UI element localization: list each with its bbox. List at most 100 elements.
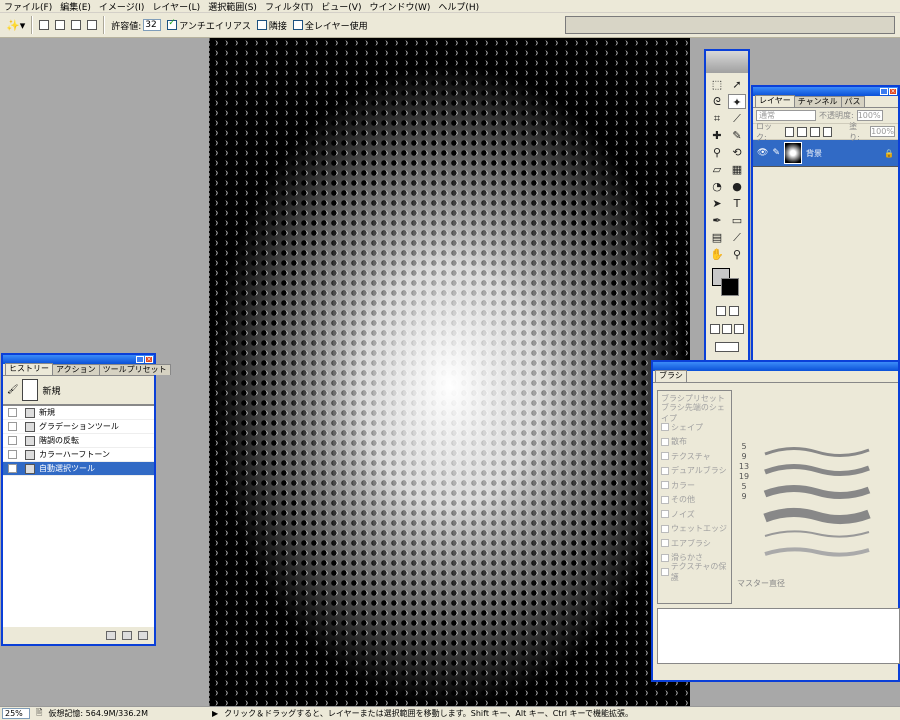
- source-checkbox[interactable]: [8, 450, 17, 459]
- option-checkbox[interactable]: [661, 437, 669, 446]
- history-item[interactable]: グラデーションツール: [3, 420, 154, 434]
- path-select-icon[interactable]: ➤: [708, 196, 726, 211]
- brush-option-other[interactable]: その他: [658, 493, 731, 508]
- brush-option-protect-texture[interactable]: テクスチャの保護: [658, 562, 731, 582]
- new-selection-icon[interactable]: [39, 20, 50, 30]
- crop-icon[interactable]: ⌗: [708, 111, 726, 126]
- menu-filter[interactable]: フィルタ(T): [265, 0, 313, 13]
- menu-image[interactable]: イメージ(I): [99, 0, 145, 13]
- layer-row-background[interactable]: 👁 ✎ 背景 🔒: [753, 140, 898, 167]
- lock-all-icon[interactable]: [822, 126, 833, 137]
- option-checkbox[interactable]: [661, 466, 669, 475]
- menu-edit[interactable]: 編集(E): [60, 0, 91, 13]
- tab-history[interactable]: ヒストリー: [5, 363, 53, 375]
- brush-icon[interactable]: ✎: [728, 128, 746, 143]
- move-icon[interactable]: ➚: [728, 77, 746, 92]
- document-info-icon[interactable]: 🖹: [36, 707, 42, 720]
- source-checkbox[interactable]: [8, 408, 17, 417]
- intersect-selection-icon[interactable]: [87, 20, 98, 30]
- option-checkbox[interactable]: [661, 524, 669, 533]
- tab-layers[interactable]: レイヤー: [755, 95, 795, 107]
- option-checkbox[interactable]: [661, 539, 669, 548]
- option-checkbox[interactable]: [661, 510, 669, 519]
- blend-mode-select[interactable]: 通常: [756, 110, 816, 121]
- lasso-icon[interactable]: ᘓ: [708, 94, 726, 109]
- toolbox-header-icon[interactable]: [706, 51, 748, 73]
- option-checkbox[interactable]: [661, 481, 669, 490]
- menu-window[interactable]: ウインドウ(W): [369, 0, 430, 13]
- screen-mode-full-menu-icon[interactable]: [722, 324, 732, 334]
- history-item[interactable]: 階調の反転: [3, 434, 154, 448]
- quickmask-mode-icon[interactable]: [728, 306, 739, 316]
- standard-mode-icon[interactable]: [715, 306, 726, 316]
- tab-brushes[interactable]: ブラシ: [655, 370, 687, 382]
- source-checkbox[interactable]: [8, 464, 17, 473]
- history-item[interactable]: カラーハーフトーン: [3, 448, 154, 462]
- option-checkbox[interactable]: [661, 568, 669, 577]
- eyedropper-icon[interactable]: ⟋: [728, 230, 746, 245]
- lock-image-icon[interactable]: [797, 126, 807, 137]
- brush-option-scatter[interactable]: 散布: [658, 435, 731, 450]
- menu-layer[interactable]: レイヤー(L): [152, 0, 200, 13]
- brush-link-icon[interactable]: ✎: [772, 148, 780, 158]
- fill-input[interactable]: 100%: [870, 126, 896, 137]
- blur-icon[interactable]: ◔: [708, 179, 726, 194]
- brush-tip-item[interactable]: ブラシ先端のシェイプ: [658, 403, 731, 423]
- contiguous-checkbox[interactable]: [256, 20, 267, 30]
- snapshot-row[interactable]: 🖌 新規: [3, 376, 154, 406]
- stamp-icon[interactable]: ⚲: [708, 145, 726, 160]
- source-checkbox[interactable]: [8, 436, 17, 445]
- history-item-selected[interactable]: 自動選択ツール: [3, 462, 154, 476]
- brush-option-texture[interactable]: テクスチャ: [658, 449, 731, 464]
- brush-option-airbrush[interactable]: エアブラシ: [658, 536, 731, 551]
- lock-transparency-icon[interactable]: [784, 126, 795, 137]
- opacity-input[interactable]: 100%: [856, 110, 883, 121]
- tab-actions[interactable]: アクション: [52, 364, 100, 375]
- eraser-icon[interactable]: ▱: [708, 162, 726, 177]
- option-checkbox[interactable]: [661, 553, 669, 562]
- trash-icon[interactable]: [138, 630, 148, 640]
- contiguous-option[interactable]: 隣接: [256, 19, 287, 32]
- tab-channels[interactable]: チャンネル: [793, 96, 842, 107]
- notes-icon[interactable]: ▤: [708, 230, 726, 245]
- close-icon[interactable]: ×: [145, 356, 153, 363]
- all-layers-option[interactable]: 全レイヤー使用: [292, 19, 368, 32]
- screen-mode-full-icon[interactable]: [734, 324, 744, 334]
- marquee-icon[interactable]: ⬚: [708, 77, 726, 92]
- option-checkbox[interactable]: [661, 452, 669, 461]
- add-selection-icon[interactable]: [55, 20, 66, 30]
- type-icon[interactable]: T: [728, 196, 746, 211]
- tolerance-input[interactable]: [143, 19, 162, 31]
- eye-icon[interactable]: 👁: [757, 148, 768, 158]
- magic-wand-icon[interactable]: ✨▾: [6, 19, 25, 32]
- minimize-icon[interactable]: _: [136, 356, 144, 363]
- brush-option-dual[interactable]: デュアルブラシ: [658, 464, 731, 479]
- antialias-option[interactable]: アンチエイリアス: [167, 18, 251, 32]
- dodge-icon[interactable]: ●: [728, 179, 746, 194]
- minimize-icon[interactable]: _: [880, 88, 888, 95]
- history-brush-icon[interactable]: ⟲: [728, 145, 746, 160]
- option-checkbox[interactable]: [661, 495, 669, 504]
- brush-option-color[interactable]: カラー: [658, 478, 731, 493]
- hand-icon[interactable]: ✋: [708, 247, 726, 262]
- history-item[interactable]: 新規: [3, 406, 154, 420]
- option-checkbox[interactable]: [661, 423, 669, 432]
- lock-position-icon[interactable]: [809, 126, 820, 137]
- background-color-swatch[interactable]: [721, 278, 739, 296]
- menu-file[interactable]: ファイル(F): [4, 0, 52, 13]
- healing-icon[interactable]: ✚: [708, 128, 726, 143]
- menu-help[interactable]: ヘルプ(H): [438, 0, 479, 13]
- brush-option-wet-edges[interactable]: ウェットエッジ: [658, 522, 731, 537]
- jump-to-imageready-icon[interactable]: [715, 342, 739, 352]
- zoom-field[interactable]: 25%: [2, 708, 30, 719]
- pen-icon[interactable]: ✒: [708, 213, 726, 228]
- brush-source-icon[interactable]: 🖌: [7, 385, 18, 395]
- antialias-checkbox[interactable]: [167, 18, 178, 30]
- slice-icon[interactable]: ⟋: [728, 111, 746, 126]
- gradient-icon[interactable]: ▦: [728, 162, 746, 177]
- brush-option-noise[interactable]: ノイズ: [658, 507, 731, 522]
- tab-paths[interactable]: パス: [840, 96, 865, 107]
- subtract-selection-icon[interactable]: [71, 20, 82, 30]
- menu-view[interactable]: ビュー(V): [321, 0, 361, 13]
- magic-wand-tool-icon[interactable]: ✦: [728, 94, 746, 109]
